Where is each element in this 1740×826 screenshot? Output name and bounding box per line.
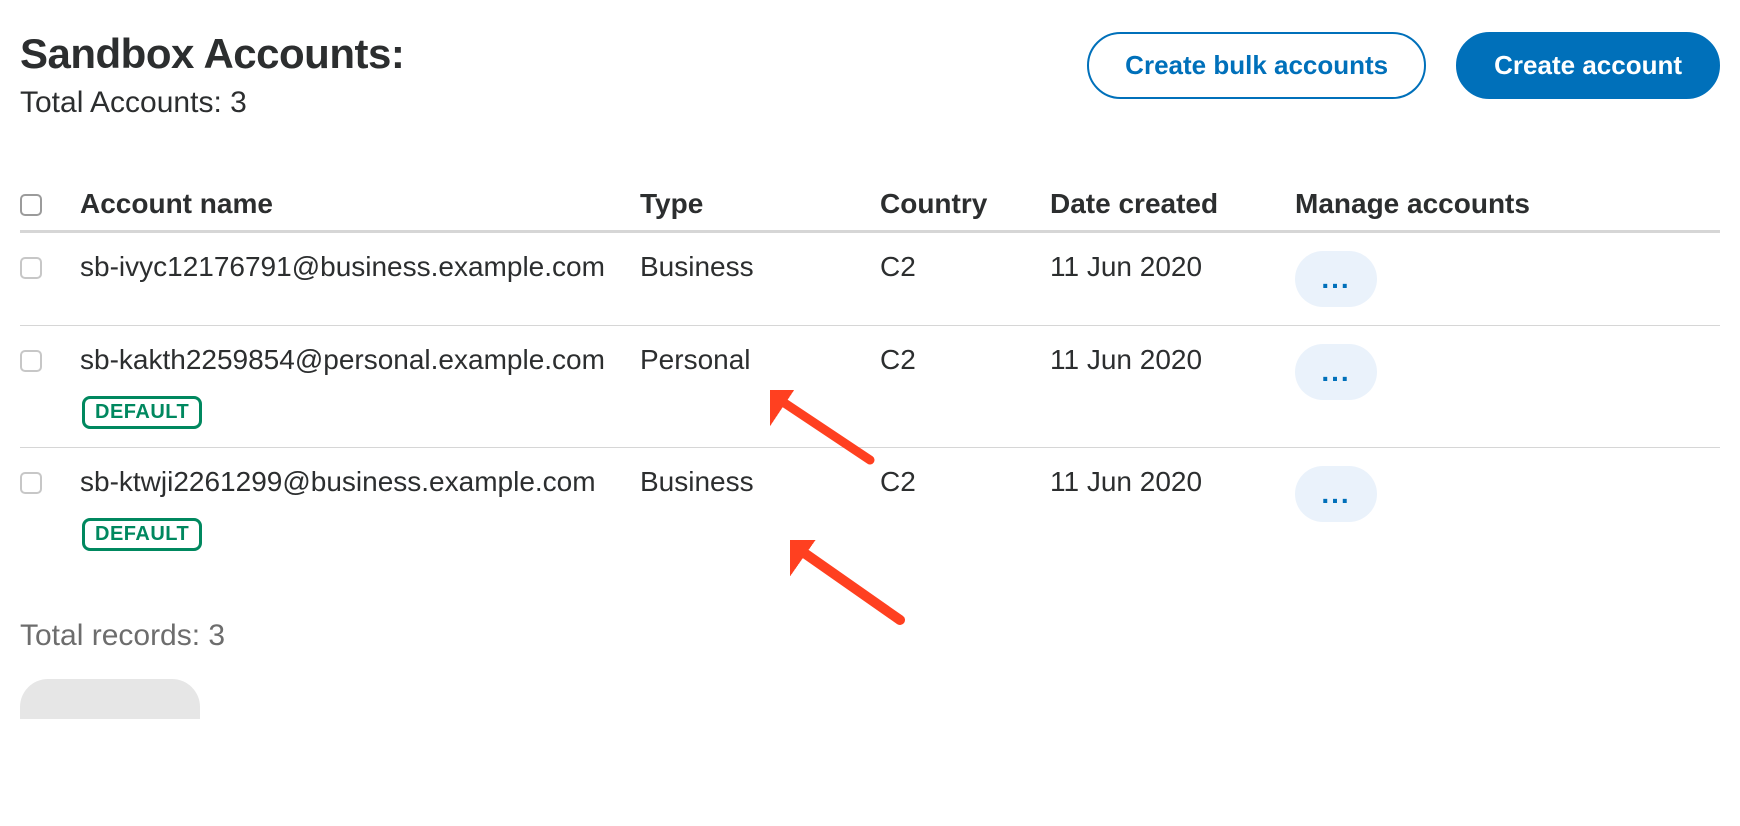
total-records: Total records: 3 (20, 619, 1720, 653)
account-date-created: 11 Jun 2020 (1050, 466, 1295, 498)
account-country: C2 (880, 344, 1050, 376)
col-account-name: Account name (80, 188, 640, 220)
col-manage-accounts: Manage accounts (1295, 188, 1720, 220)
table-head: Account name Type Country Date created M… (20, 188, 1720, 233)
manage-account-button[interactable] (1295, 344, 1377, 400)
pagination-placeholder (20, 679, 200, 719)
header: Sandbox Accounts: Total Accounts: 3 Crea… (20, 30, 1720, 120)
col-type: Type (640, 188, 880, 220)
create-bulk-accounts-button[interactable]: Create bulk accounts (1087, 32, 1426, 99)
col-date-created: Date created (1050, 188, 1295, 220)
row-checkbox[interactable] (20, 350, 42, 372)
header-left: Sandbox Accounts: Total Accounts: 3 (20, 30, 404, 120)
account-date-created: 11 Jun 2020 (1050, 251, 1295, 283)
header-actions: Create bulk accounts Create account (1087, 32, 1720, 99)
row-checkbox[interactable] (20, 472, 42, 494)
default-badge: DEFAULT (82, 518, 202, 551)
total-accounts: Total Accounts: 3 (20, 86, 404, 120)
create-account-button[interactable]: Create account (1456, 32, 1720, 99)
account-name: sb-ktwji2261299@business.example.com (80, 466, 610, 498)
account-type: Business (640, 251, 880, 283)
account-type: Personal (640, 344, 880, 376)
select-all-checkbox[interactable] (20, 194, 42, 216)
table-row: sb-ktwji2261299@business.example.com DEF… (20, 448, 1720, 569)
manage-account-button[interactable] (1295, 466, 1377, 522)
row-checkbox[interactable] (20, 257, 42, 279)
col-country: Country (880, 188, 1050, 220)
manage-account-button[interactable] (1295, 251, 1377, 307)
account-name: sb-ivyc12176791@business.example.com (80, 251, 610, 283)
account-date-created: 11 Jun 2020 (1050, 344, 1295, 376)
table-row: sb-ivyc12176791@business.example.com Bus… (20, 233, 1720, 326)
table-row: sb-kakth2259854@personal.example.com DEF… (20, 326, 1720, 448)
account-name: sb-kakth2259854@personal.example.com (80, 344, 610, 376)
page: Sandbox Accounts: Total Accounts: 3 Crea… (0, 0, 1740, 719)
account-country: C2 (880, 466, 1050, 498)
default-badge: DEFAULT (82, 396, 202, 429)
accounts-table: Account name Type Country Date created M… (20, 188, 1720, 569)
account-country: C2 (880, 251, 1050, 283)
account-type: Business (640, 466, 880, 498)
page-title: Sandbox Accounts: (20, 30, 404, 78)
